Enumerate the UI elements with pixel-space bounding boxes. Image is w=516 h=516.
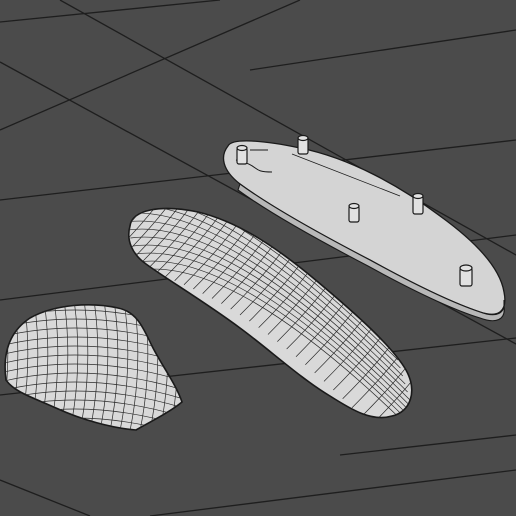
mesh-line — [177, 304, 182, 430]
viewport-canvas[interactable] — [0, 0, 516, 516]
3d-viewport[interactable] — [0, 0, 516, 516]
mesh-line — [5, 426, 182, 430]
wedge-pad[interactable] — [0, 300, 190, 446]
mesh-line — [167, 304, 179, 430]
